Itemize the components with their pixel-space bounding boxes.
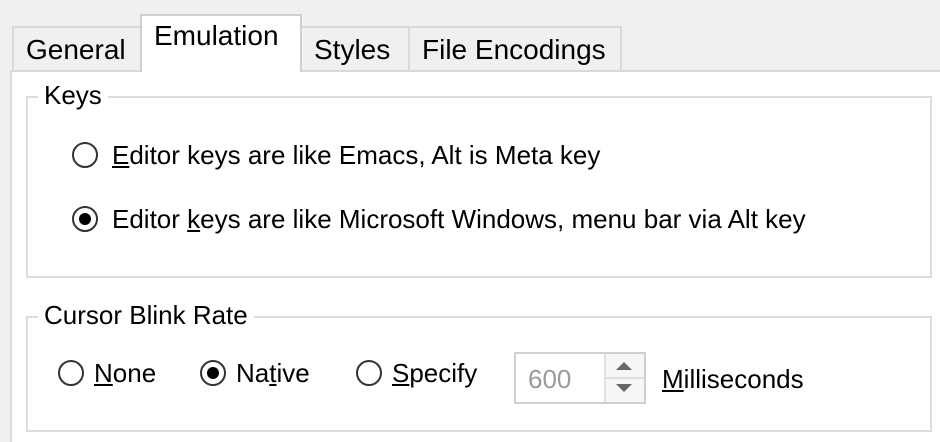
radio-blink-native[interactable] bbox=[200, 360, 226, 386]
emacs-keys-text: ditor keys are like Emacs, Alt is Meta k… bbox=[129, 140, 601, 170]
radio-windows-keys[interactable] bbox=[72, 206, 98, 232]
blink-native-text: ive bbox=[276, 358, 310, 388]
blink-native-prefix: Na bbox=[236, 358, 270, 388]
emacs-keys-label[interactable]: Editor keys are like Emacs, Alt is Meta … bbox=[112, 140, 600, 170]
radio-emacs-keys[interactable] bbox=[72, 142, 98, 168]
tab-emulation-label: Emulation bbox=[154, 20, 279, 51]
tab-file-encodings[interactable]: File Encodings bbox=[410, 26, 622, 70]
radio-blink-none[interactable] bbox=[58, 360, 84, 386]
blink-none-text: one bbox=[112, 358, 157, 388]
blink-specify-mnemonic: S bbox=[392, 358, 410, 388]
windows-keys-prefix: Editor bbox=[112, 204, 188, 234]
radio-selected-dot bbox=[79, 213, 91, 225]
blink-none-label[interactable]: None bbox=[94, 358, 156, 388]
spinner-up-arrow-icon[interactable] bbox=[616, 362, 632, 370]
blink-native-label[interactable]: Native bbox=[236, 358, 310, 388]
milliseconds-value[interactable]: 600 bbox=[528, 364, 571, 395]
milliseconds-text: illiseconds bbox=[683, 364, 804, 394]
blink-specify-label[interactable]: Specify bbox=[392, 358, 477, 388]
spinner-down-arrow-icon[interactable] bbox=[616, 384, 632, 392]
keys-group bbox=[26, 96, 932, 278]
cursor-blink-group-title: Cursor Blink Rate bbox=[38, 300, 254, 330]
tab-file-encodings-label: File Encodings bbox=[422, 34, 606, 65]
keys-group-title: Keys bbox=[38, 80, 108, 110]
blink-none-mnemonic: N bbox=[94, 358, 113, 388]
tab-general[interactable]: General bbox=[12, 26, 140, 70]
radio-blink-specify[interactable] bbox=[356, 360, 382, 386]
tab-styles[interactable]: Styles bbox=[302, 26, 410, 70]
tab-general-label: General bbox=[26, 34, 126, 65]
tab-emulation[interactable]: Emulation bbox=[140, 14, 302, 72]
windows-keys-label[interactable]: Editor keys are like Microsoft Windows, … bbox=[112, 204, 806, 234]
blink-specify-text: pecify bbox=[409, 358, 478, 388]
tab-styles-label: Styles bbox=[314, 34, 391, 65]
milliseconds-spinner[interactable]: 600 bbox=[514, 352, 646, 404]
milliseconds-mnemonic: M bbox=[662, 364, 684, 394]
milliseconds-label: Milliseconds bbox=[662, 364, 804, 394]
emacs-keys-mnemonic: E bbox=[112, 140, 130, 170]
spinner-divider bbox=[606, 377, 644, 379]
spinner-buttons bbox=[604, 354, 644, 402]
tab-strip: General Emulation Styles File Encodings bbox=[0, 0, 940, 72]
windows-keys-mnemonic: k bbox=[187, 204, 201, 234]
radio-selected-dot bbox=[207, 367, 219, 379]
windows-keys-text: eys are like Microsoft Windows, menu bar… bbox=[200, 204, 806, 234]
